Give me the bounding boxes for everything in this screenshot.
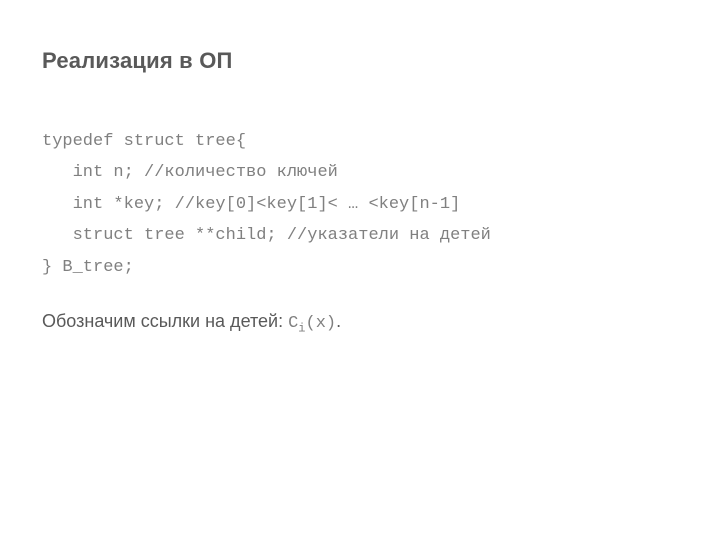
note-symbol-c: C <box>288 314 298 333</box>
slide: Реализация в ОП typedef struct tree{ int… <box>0 0 720 540</box>
note-prefix: Обозначим ссылки на детей: <box>42 311 288 331</box>
code-line-3: int *key; //key[0]<key[1]< … <key[n-1] <box>42 195 460 214</box>
code-block: typedef struct tree{ int n; //количество… <box>42 126 678 283</box>
note-subscript-i: i <box>298 322 305 336</box>
code-line-2: int n; //количество ключей <box>42 163 338 182</box>
note-line: Обозначим ссылки на детей: Ci(x). <box>42 311 678 336</box>
code-line-5: } B_tree; <box>42 258 134 277</box>
note-parens: (x) <box>306 314 337 333</box>
note-period: . <box>336 311 341 331</box>
page-title: Реализация в ОП <box>42 48 678 74</box>
code-line-1: typedef struct tree{ <box>42 132 246 151</box>
code-line-4: struct tree **child; //указатели на дете… <box>42 226 491 245</box>
